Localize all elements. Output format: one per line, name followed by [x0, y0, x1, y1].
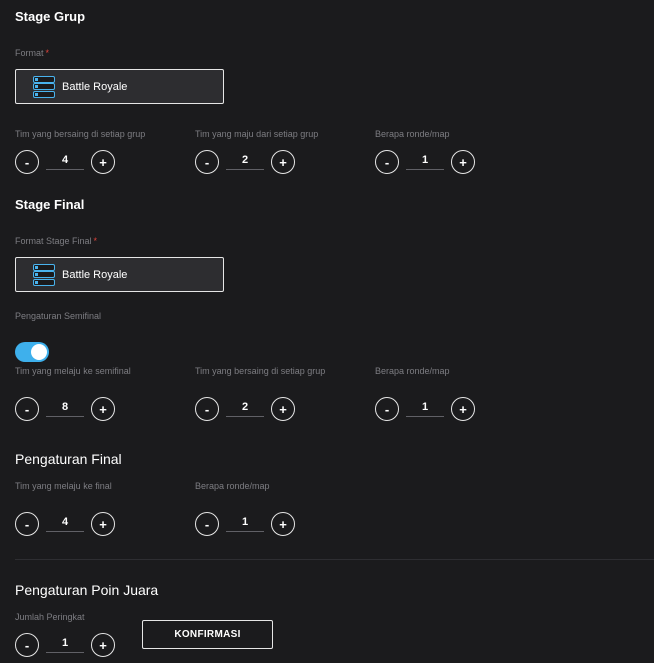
decrement-button[interactable]: -	[15, 633, 39, 657]
stepper-label: Tim yang maju dari setiap grup	[195, 129, 319, 139]
required-mark: *	[45, 48, 50, 58]
toggle-knob	[31, 344, 47, 360]
teams-to-semifinal-stepper: - 8 +	[15, 396, 115, 422]
increment-button[interactable]: +	[271, 150, 295, 174]
rounds-stepper: - 1 +	[375, 149, 475, 175]
format-stage-final-select[interactable]: Battle Royale	[15, 257, 224, 292]
decrement-button[interactable]: -	[195, 150, 219, 174]
increment-button[interactable]: +	[91, 512, 115, 536]
required-mark: *	[93, 236, 98, 246]
section-divider	[15, 559, 654, 560]
decrement-button[interactable]: -	[15, 150, 39, 174]
increment-button[interactable]: +	[91, 633, 115, 657]
increment-button[interactable]: +	[451, 150, 475, 174]
decrement-button[interactable]: -	[195, 512, 219, 536]
decrement-button[interactable]: -	[375, 397, 399, 421]
decrement-button[interactable]: -	[375, 150, 399, 174]
stepper-value[interactable]: 2	[226, 154, 264, 170]
stepper-value[interactable]: 1	[226, 516, 264, 532]
rank-count-stepper: - 1 +	[15, 632, 115, 658]
stepper-value[interactable]: 8	[46, 401, 84, 417]
format-select-value: Battle Royale	[62, 268, 128, 281]
stepper-label: Tim yang melaju ke final	[15, 481, 112, 491]
increment-button[interactable]: +	[451, 397, 475, 421]
stepper-value[interactable]: 4	[46, 154, 84, 170]
decrement-button[interactable]: -	[195, 397, 219, 421]
stepper-label: Jumlah Peringkat	[15, 612, 85, 622]
decrement-button[interactable]: -	[15, 512, 39, 536]
final-rounds-stepper: - 1 +	[195, 511, 295, 537]
confirm-button[interactable]: KONFIRMASI	[142, 620, 273, 649]
stepper-label: Tim yang melaju ke semifinal	[15, 366, 131, 376]
increment-button[interactable]: +	[271, 397, 295, 421]
champion-points-title: Pengaturan Poin Juara	[15, 582, 159, 598]
increment-button[interactable]: +	[91, 150, 115, 174]
increment-button[interactable]: +	[271, 512, 295, 536]
teams-advance-stepper: - 2 +	[195, 149, 295, 175]
stage-grup-title: Stage Grup	[15, 9, 86, 24]
format-select-value: Battle Royale	[62, 80, 128, 93]
stepper-value[interactable]: 2	[226, 401, 264, 417]
semifinal-settings-label: Pengaturan Semifinal	[15, 311, 102, 321]
stepper-label: Tim yang bersaing di setiap grup	[195, 366, 326, 376]
final-settings-title: Pengaturan Final	[15, 451, 122, 467]
decrement-button[interactable]: -	[15, 397, 39, 421]
stepper-label: Berapa ronde/map	[375, 129, 450, 139]
stepper-value[interactable]: 1	[46, 637, 84, 653]
format-select[interactable]: Battle Royale	[15, 69, 224, 104]
stepper-label: Berapa ronde/map	[375, 366, 450, 376]
increment-button[interactable]: +	[91, 397, 115, 421]
semifinal-toggle[interactable]	[15, 342, 49, 362]
stepper-label: Tim yang bersaing di setiap grup	[15, 129, 146, 139]
format-stage-final-label: Format Stage Final *	[15, 236, 97, 246]
battle-royale-list-icon	[33, 263, 55, 286]
semifinal-rounds-stepper: - 1 +	[375, 396, 475, 422]
stepper-label: Berapa ronde/map	[195, 481, 270, 491]
semifinal-teams-per-group-stepper: - 2 +	[195, 396, 295, 422]
battle-royale-list-icon	[33, 75, 55, 98]
format-label: Format *	[15, 48, 49, 58]
format-label-text: Format	[15, 48, 44, 58]
stepper-value[interactable]: 1	[406, 154, 444, 170]
stage-final-title: Stage Final	[15, 197, 85, 212]
teams-per-group-stepper: - 4 +	[15, 149, 115, 175]
teams-to-final-stepper: - 4 +	[15, 511, 115, 537]
format-stage-final-label-text: Format Stage Final	[15, 236, 92, 246]
stepper-value[interactable]: 4	[46, 516, 84, 532]
stepper-value[interactable]: 1	[406, 401, 444, 417]
